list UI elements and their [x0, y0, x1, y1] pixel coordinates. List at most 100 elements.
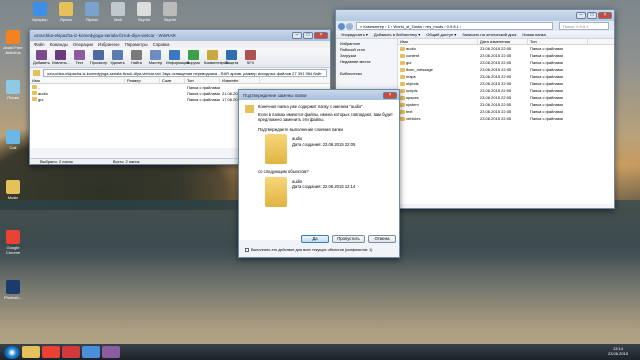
winrar-titlebar[interactable]: ozvuchka-ekipazha-iz-komedyjoga-seriala-… — [30, 30, 330, 41]
close-icon[interactable]: × — [598, 12, 612, 19]
toolbar-button[interactable]: Тест — [71, 50, 88, 65]
maximize-icon[interactable]: □ — [587, 12, 597, 19]
winrar-task[interactable] — [102, 346, 120, 358]
table-row[interactable]: gui 23.06.2015 22:05 Папка с файлами — [398, 59, 614, 66]
minimize-icon[interactable]: – — [576, 12, 586, 19]
table-row[interactable]: audio 23.06.2015 22:05 Папка с файлами — [398, 45, 614, 52]
start-button[interactable] — [4, 345, 20, 359]
yes-button[interactable]: Да — [301, 235, 329, 243]
row-date: 23.06.2015 22:05 — [480, 81, 512, 86]
dialog-titlebar[interactable]: Подтверждение замены папки × — [239, 90, 399, 100]
col-type[interactable]: Тип — [528, 39, 588, 44]
status-selected: Выбрано: 2 папок — [40, 159, 73, 164]
table-row[interactable]: maps 23.06.2015 22:05 Папка с файлами — [398, 73, 614, 80]
desktop-icon[interactable]: iTunes — [1, 80, 25, 100]
toolbar-button[interactable]: Удалить — [109, 50, 126, 65]
incoming-folder-option[interactable]: audio Дата создания: 22.06.2015 12:14 — [245, 176, 393, 207]
toolbar-button[interactable]: Просмотр — [90, 50, 107, 65]
toolbar-button[interactable]: Добавить — [33, 50, 50, 65]
table-row[interactable]: spaces 23.06.2015 22:05 Папка с файлами — [398, 94, 614, 101]
folder-icon — [400, 95, 405, 100]
desktop-icon[interactable]: Браузер — [28, 2, 52, 22]
col-name[interactable]: Имя — [398, 39, 478, 44]
row-name: system — [398, 102, 478, 107]
row-type: Папка с файлами — [530, 116, 563, 121]
back-icon[interactable] — [338, 22, 345, 30]
command-button[interactable]: Добавить в библиотеку ▾ — [374, 32, 420, 37]
desktop-icon[interactable]: Google Chrome — [1, 230, 25, 255]
table-row[interactable]: vehicles 23.06.2015 22:05 Папка с файлами — [398, 115, 614, 122]
col-type[interactable]: Тип — [185, 78, 220, 83]
desktop-icon[interactable]: Мой — [106, 2, 130, 22]
skip-button[interactable]: Пропустить — [332, 235, 365, 243]
toolbar-button[interactable]: Информация — [166, 50, 189, 65]
desktop-icon[interactable]: Skyrim — [158, 2, 182, 22]
close-icon[interactable]: × — [314, 32, 328, 39]
menu-item[interactable]: Параметры — [125, 42, 148, 47]
toolbar-button[interactable]: Найти — [128, 50, 145, 65]
menu-item[interactable]: Команды — [50, 42, 68, 47]
nav-item[interactable]: Библиотеки — [336, 71, 397, 77]
close-icon[interactable]: × — [383, 91, 397, 99]
command-button[interactable]: Записать на оптический диск — [462, 32, 516, 37]
row-name: spaces — [398, 95, 478, 100]
chrome-task[interactable] — [42, 346, 60, 358]
menu-item[interactable]: Файл — [34, 42, 45, 47]
toolbar-button[interactable]: Комментарий — [204, 50, 228, 65]
taskbar-clock[interactable]: 13:14 23.06.2015 — [608, 346, 628, 356]
sfx-icon — [245, 50, 256, 60]
desktop-icon-label: Photosh... — [3, 295, 22, 300]
menu-item[interactable]: Избранное — [98, 42, 120, 47]
table-row[interactable]: text 23.06.2015 22:05 Папка с файлами — [398, 108, 614, 115]
menu-item[interactable]: Справка — [153, 42, 170, 47]
menu-item[interactable]: Операции — [73, 42, 93, 47]
apply-to-all-checkbox[interactable] — [245, 248, 249, 252]
cancel-button[interactable]: Отмена — [368, 235, 396, 243]
up-folder-icon[interactable] — [33, 70, 40, 76]
explorer-titlebar[interactable]: – □ × — [336, 10, 614, 21]
table-row[interactable]: objects 23.06.2015 22:05 Папка с файлами — [398, 80, 614, 87]
toolbar-button[interactable]: SFX — [242, 50, 259, 65]
record-task[interactable] — [62, 346, 80, 358]
table-row[interactable]: scripts 23.06.2015 22:05 Папка с файлами — [398, 87, 614, 94]
row-name: gui — [398, 60, 478, 65]
minimize-icon[interactable]: – — [292, 32, 302, 39]
row-date: 23.06.2015 22:05 — [480, 46, 512, 51]
desktop-icon[interactable]: Avast Free Antivirus — [1, 30, 25, 55]
command-button[interactable]: Упорядочить ▾ — [341, 32, 368, 37]
forward-icon[interactable] — [346, 22, 353, 30]
toolbar-button[interactable]: Извлечь... — [52, 50, 70, 65]
test-icon — [74, 50, 85, 60]
command-button[interactable]: Общий доступ ▾ — [426, 32, 456, 37]
command-button[interactable]: Новая папка — [522, 32, 545, 37]
explorer-breadcrumb[interactable]: « Компьютер › 1 › World_of_Tanks › res_m… — [356, 22, 553, 30]
taskbar: 13:14 23.06.2015 — [0, 344, 640, 360]
table-row[interactable]: content 23.06.2015 22:05 Папка с файлами — [398, 52, 614, 59]
table-row[interactable]: lknm_message 23.06.2015 22:05 Папка с файл… — [398, 66, 614, 73]
toolbar-button[interactable]: Вирусы — [185, 50, 202, 65]
desktop-icon[interactable]: Call — [1, 130, 25, 150]
table-row[interactable]: system 23.06.2015 22:05 Папка с файлами — [398, 101, 614, 108]
desktop-icon[interactable]: Music — [1, 180, 25, 200]
desktop-icon[interactable]: Ярлык — [80, 2, 104, 22]
desktop-icon[interactable]: Ярлык — [54, 2, 78, 22]
col-packed[interactable]: Сжат — [160, 78, 185, 83]
col-modified[interactable]: Изменён — [220, 78, 260, 83]
maximize-icon[interactable]: □ — [303, 32, 313, 39]
desktop-icon[interactable]: Photosh... — [1, 280, 25, 300]
virus-scan-icon — [188, 50, 199, 60]
col-size[interactable]: Размер — [125, 78, 160, 83]
toolbar-button[interactable]: Защита — [223, 50, 240, 65]
existing-folder-option[interactable]: audio Дата создания: 23.06.2015 22:05 — [245, 134, 393, 164]
col-date[interactable]: Дата изменения — [478, 39, 528, 44]
folder-task[interactable] — [22, 346, 40, 358]
winrar-menubar: Файл Команды Операции Избранное Параметры Спр… — [30, 41, 330, 48]
winrar-address[interactable]: ozvuchka-ekipazha-iz-komedyjoga-seriala-… — [43, 69, 327, 77]
toolbar-button[interactable]: Мастер — [147, 50, 164, 65]
desktop-icon[interactable]: Skyrim — [132, 2, 156, 22]
col-name[interactable]: Имя — [30, 78, 125, 83]
apply-to-all-checkbox-row[interactable]: Выполнять это действие для всех текущих … — [245, 248, 372, 252]
media-task[interactable] — [82, 346, 100, 358]
row-date: 23.06.2015 22:05 — [480, 67, 512, 72]
explorer-search-input[interactable]: Поиск: 0.9.8.1 — [559, 22, 609, 30]
